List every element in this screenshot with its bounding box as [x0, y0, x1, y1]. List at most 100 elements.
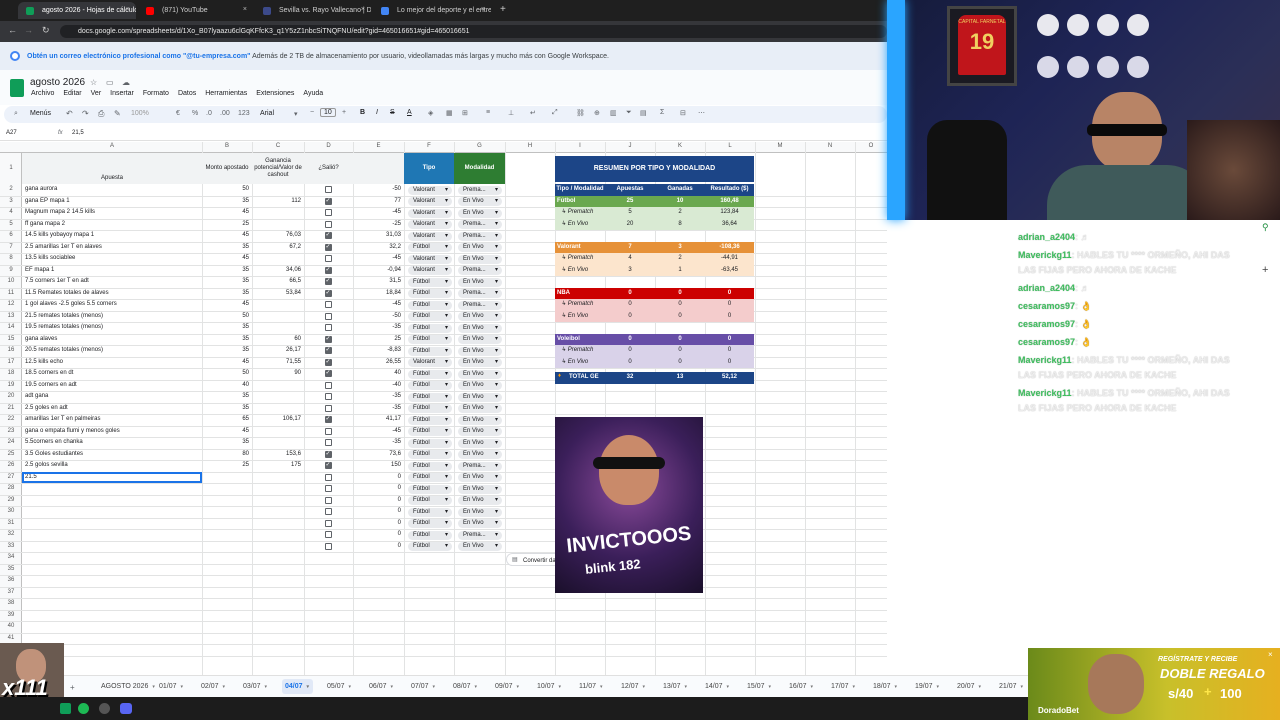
won-checkbox[interactable]: [324, 485, 332, 492]
text-color-button[interactable]: A: [407, 109, 412, 116]
mode-dropdown[interactable]: En Vivo: [458, 254, 502, 264]
stake-cell[interactable]: 35: [202, 403, 249, 415]
bet-description-cell[interactable]: 18.5 corners en dt: [25, 368, 201, 380]
won-checkbox[interactable]: [324, 358, 332, 366]
sheet-tab[interactable]: 18/07 ▾: [870, 679, 901, 694]
mode-dropdown[interactable]: En Vivo: [458, 243, 502, 252]
menus-search[interactable]: Menús: [30, 110, 51, 117]
payout-cell[interactable]: [252, 322, 301, 334]
column-header[interactable]: E: [353, 143, 404, 149]
result-cell[interactable]: -40: [353, 380, 401, 392]
type-dropdown[interactable]: Valorant: [408, 185, 452, 195]
result-cell[interactable]: 0: [353, 518, 401, 530]
type-dropdown[interactable]: Valorant: [408, 254, 452, 264]
currency-button[interactable]: €: [176, 110, 180, 117]
sheet-tab[interactable]: 20/07 ▾: [954, 679, 985, 694]
result-cell[interactable]: -45: [353, 207, 401, 219]
result-cell[interactable]: -35: [353, 437, 401, 449]
selected-cell[interactable]: [22, 471, 202, 483]
won-checkbox[interactable]: [324, 301, 332, 308]
bet-description-cell[interactable]: 21.5 remates totales (menos): [25, 311, 201, 323]
payout-cell[interactable]: [252, 311, 301, 323]
sheet-tab[interactable]: 13/07 ▾: [660, 679, 691, 694]
browser-tab[interactable]: Sevilla vs. Rayo Vallecano | Dire ×: [255, 2, 371, 19]
stake-cell[interactable]: 40: [202, 380, 249, 392]
bet-description-cell[interactable]: 2.5 golos sevilla: [25, 460, 201, 472]
column-header[interactable]: D: [304, 143, 353, 149]
row-number[interactable]: 29: [0, 495, 22, 507]
mode-dropdown[interactable]: En Vivo: [458, 335, 502, 344]
mode-dropdown[interactable]: En Vivo: [458, 369, 502, 379]
result-cell[interactable]: 41,17: [353, 414, 401, 426]
payout-cell[interactable]: 71,55: [252, 357, 301, 369]
type-dropdown[interactable]: Valorant: [408, 208, 452, 218]
type-dropdown[interactable]: Fútbol: [408, 496, 452, 505]
column-header[interactable]: G: [454, 143, 505, 149]
payout-cell[interactable]: [252, 207, 301, 219]
result-cell[interactable]: 0: [353, 506, 401, 518]
payout-cell[interactable]: 112: [252, 196, 301, 208]
stake-cell[interactable]: 45: [202, 299, 249, 311]
bet-description-cell[interactable]: amarillas 1er T en palmeiras: [25, 414, 201, 426]
sheets-app-icon[interactable]: [60, 703, 71, 714]
result-cell[interactable]: 31,5: [353, 276, 401, 288]
won-checkbox[interactable]: [324, 186, 332, 193]
type-dropdown[interactable]: Fútbol: [408, 461, 452, 471]
row-number[interactable]: 10: [0, 276, 22, 288]
column-header[interactable]: H: [505, 143, 555, 149]
type-dropdown[interactable]: Valorant: [408, 231, 452, 241]
payout-cell[interactable]: 67,2: [252, 242, 301, 254]
bet-description-cell[interactable]: gana alaves: [25, 334, 201, 346]
insert-comment-icon[interactable]: ⊕: [594, 109, 600, 117]
bet-description-cell[interactable]: [25, 541, 201, 553]
won-checkbox[interactable]: [324, 324, 332, 331]
bet-description-cell[interactable]: Magnum mapa 2 14.5 kills: [25, 207, 201, 219]
row-number[interactable]: 2: [0, 184, 22, 196]
column-header[interactable]: O: [855, 143, 887, 149]
row-number[interactable]: 33: [0, 541, 22, 553]
payout-cell[interactable]: [252, 403, 301, 415]
result-cell[interactable]: -8,83: [353, 345, 401, 357]
type-dropdown[interactable]: Fútbol: [408, 427, 452, 436]
won-checkbox[interactable]: [324, 220, 332, 228]
stake-cell[interactable]: [202, 506, 249, 518]
payout-cell[interactable]: [252, 483, 301, 495]
font-size-increase-icon[interactable]: +: [342, 109, 346, 116]
stake-cell[interactable]: 45: [202, 357, 249, 369]
menu-item[interactable]: Herramientas: [205, 90, 247, 97]
row-number[interactable]: 11: [0, 288, 22, 300]
payout-cell[interactable]: [252, 391, 301, 403]
functions-button[interactable]: Σ: [660, 109, 664, 116]
embedded-image[interactable]: INVICTOOOS blink 182: [555, 417, 703, 593]
result-cell[interactable]: 73,6: [353, 449, 401, 461]
won-checkbox[interactable]: [324, 496, 332, 504]
bet-description-cell[interactable]: gana EP mapa 1: [25, 196, 201, 208]
result-cell[interactable]: 0: [353, 483, 401, 495]
stake-cell[interactable]: 50: [202, 184, 249, 196]
font-size-decrease-icon[interactable]: −: [310, 109, 314, 116]
payout-cell[interactable]: 26,17: [252, 345, 301, 357]
bet-description-cell[interactable]: 5.5corners en chanka: [25, 437, 201, 449]
percent-button[interactable]: %: [192, 110, 198, 117]
print-icon[interactable]: ⎙: [98, 109, 104, 119]
payout-cell[interactable]: [252, 518, 301, 530]
won-checkbox[interactable]: [324, 312, 332, 320]
bet-description-cell[interactable]: gana o empata flumi y menos goles: [25, 426, 201, 438]
won-checkbox[interactable]: [324, 531, 332, 538]
payout-cell[interactable]: 90: [252, 368, 301, 380]
type-dropdown[interactable]: Fútbol: [408, 473, 452, 482]
mode-dropdown[interactable]: Prema...: [458, 220, 502, 229]
payout-cell[interactable]: [252, 380, 301, 392]
stake-cell[interactable]: [202, 495, 249, 507]
type-dropdown[interactable]: Fútbol: [408, 438, 452, 448]
sheet-tab[interactable]: 21/07 ▾: [996, 679, 1027, 694]
row-number[interactable]: 15: [0, 334, 22, 346]
column-header[interactable]: A: [22, 143, 202, 149]
star-icon[interactable]: ☆: [90, 78, 97, 87]
result-cell[interactable]: -35: [353, 322, 401, 334]
won-checkbox[interactable]: [324, 346, 332, 354]
bet-description-cell[interactable]: 2.5 amarillas 1er T en alaves: [25, 242, 201, 254]
payout-cell[interactable]: [252, 426, 301, 438]
row-number[interactable]: 16: [0, 345, 22, 357]
mode-dropdown[interactable]: En Vivo: [458, 450, 502, 459]
